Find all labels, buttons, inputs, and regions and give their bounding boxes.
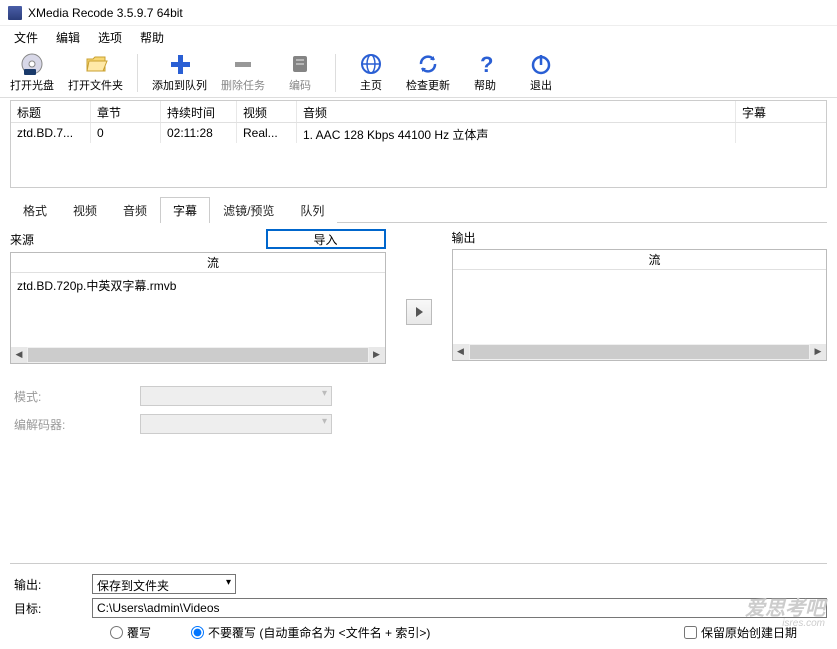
help-icon: ? (473, 52, 497, 76)
app-icon (8, 6, 22, 20)
home-button[interactable]: 主页 (344, 50, 398, 96)
cell-chapter: 0 (91, 123, 161, 143)
stream-header: 流 (207, 254, 219, 271)
tab-audio[interactable]: 音频 (110, 197, 160, 223)
cell-subtitle (736, 123, 826, 143)
col-audio[interactable]: 音频 (297, 101, 736, 122)
tab-video[interactable]: 视频 (60, 197, 110, 223)
output-box: 输出 流 ◀▶ (452, 229, 828, 361)
grid-header: 标题 章节 持续时间 视频 音频 字幕 (11, 101, 826, 123)
import-button[interactable]: 导入 (266, 229, 386, 249)
col-duration[interactable]: 持续时间 (161, 101, 237, 122)
source-stream-item[interactable]: ztd.BD.720p.中英双字幕.rmvb (11, 273, 385, 298)
refresh-icon (416, 52, 440, 76)
menu-edit[interactable]: 编辑 (48, 27, 88, 48)
col-subtitle[interactable]: 字幕 (736, 101, 826, 122)
folder-icon (84, 52, 108, 76)
minus-icon (231, 52, 255, 76)
keep-date-checkbox[interactable]: 保留原始创建日期 (684, 624, 797, 641)
tab-filter[interactable]: 滤镜/预览 (210, 197, 287, 223)
separator (137, 54, 138, 92)
subtitle-panel: 来源 导入 流 ztd.BD.720p.中英双字幕.rmvb ◀▶ 输出 流 ◀… (10, 229, 827, 438)
separator (335, 54, 336, 92)
quit-button[interactable]: 退出 (514, 50, 568, 96)
globe-icon (359, 52, 383, 76)
cell-duration: 02:11:28 (161, 123, 237, 143)
remove-button[interactable]: 删除任务 (215, 50, 271, 96)
add-stream-button[interactable] (406, 299, 432, 325)
output-mode-label: 输出: (10, 576, 92, 593)
help-button[interactable]: ? 帮助 (458, 50, 512, 96)
target-path-input[interactable]: C:\Users\admin\Videos (92, 598, 827, 618)
tab-format[interactable]: 格式 (10, 197, 60, 223)
grid-row[interactable]: ztd.BD.7... 0 02:11:28 Real... 1. AAC 12… (11, 123, 826, 143)
tab-subtitle[interactable]: 字幕 (160, 197, 210, 223)
window-title: XMedia Recode 3.5.9.7 64bit (28, 6, 183, 20)
cell-video: Real... (237, 123, 297, 143)
cell-title: ztd.BD.7... (11, 123, 91, 143)
power-icon (529, 52, 553, 76)
cell-audio: 1. AAC 128 Kbps 44100 Hz 立体声 (297, 123, 736, 143)
arrow-right-icon (414, 306, 424, 318)
scrollbar[interactable]: ◀▶ (453, 344, 827, 360)
menubar: 文件 编辑 选项 帮助 (0, 26, 837, 48)
open-folder-button[interactable]: 打开文件夹 (62, 50, 129, 96)
source-label: 来源 (10, 231, 60, 248)
subtitle-options: 模式: 编解码器: (10, 382, 827, 438)
codec-label: 编解码器: (10, 416, 140, 433)
col-chapter[interactable]: 章节 (91, 101, 161, 122)
encode-button[interactable]: 编码 (273, 50, 327, 96)
mode-label: 模式: (10, 388, 140, 405)
open-disc-button[interactable]: 打开光盘 (4, 50, 60, 96)
col-title[interactable]: 标题 (11, 101, 91, 122)
output-label: 输出 (452, 229, 476, 246)
tab-queue[interactable]: 队列 (287, 197, 337, 223)
scrollbar[interactable]: ◀▶ (11, 347, 385, 363)
disc-icon (20, 52, 44, 76)
menu-file[interactable]: 文件 (6, 27, 46, 48)
mode-select[interactable] (140, 386, 332, 406)
output-mode-select[interactable]: 保存到文件夹 (92, 574, 236, 594)
bottom-panel: 输出: 保存到文件夹 目标: C:\Users\admin\Videos 覆写 … (10, 563, 827, 641)
codec-select[interactable] (140, 414, 332, 434)
stream-header: 流 (649, 251, 661, 268)
file-grid: 标题 章节 持续时间 视频 音频 字幕 ztd.BD.7... 0 02:11:… (10, 100, 827, 188)
tabs: 格式 视频 音频 字幕 滤镜/预览 队列 (10, 196, 827, 223)
plus-icon (168, 52, 192, 76)
col-video[interactable]: 视频 (237, 101, 297, 122)
svg-text:?: ? (480, 52, 493, 76)
overwrite-radio[interactable]: 覆写 (110, 624, 151, 641)
encode-icon (288, 52, 312, 76)
add-queue-button[interactable]: 添加到队列 (146, 50, 213, 96)
check-update-button[interactable]: 检查更新 (400, 50, 456, 96)
menu-help[interactable]: 帮助 (132, 27, 172, 48)
toolbar: 打开光盘 打开文件夹 添加到队列 删除任务 编码 主页 检查更新 ? 帮助 退出 (0, 48, 837, 98)
titlebar: XMedia Recode 3.5.9.7 64bit (0, 0, 837, 26)
menu-options[interactable]: 选项 (90, 27, 130, 48)
source-box: 来源 导入 流 ztd.BD.720p.中英双字幕.rmvb ◀▶ (10, 229, 386, 364)
target-label: 目标: (10, 600, 92, 617)
source-stream-list[interactable]: 流 ztd.BD.720p.中英双字幕.rmvb ◀▶ (10, 252, 386, 364)
output-stream-list[interactable]: 流 ◀▶ (452, 249, 828, 361)
no-overwrite-radio[interactable]: 不要覆写 (自动重命名为 <文件名 + 索引>) (191, 624, 430, 641)
